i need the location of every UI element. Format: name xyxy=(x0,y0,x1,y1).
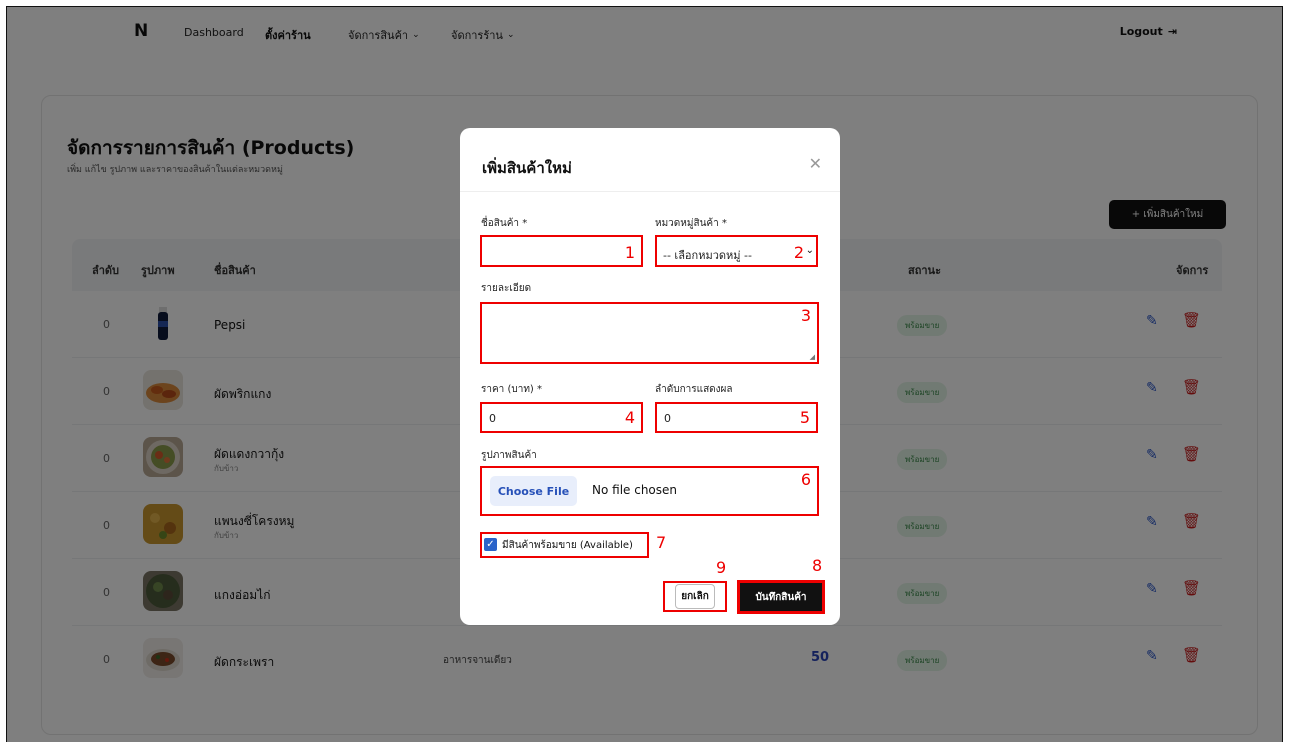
add-product-modal: เพิ่มสินค้าใหม่ ✕ ชื่อสินค้า * 1 หมวดหมู… xyxy=(460,128,840,625)
annotation-marker: 8 xyxy=(812,556,823,575)
save-product-button[interactable]: บันทึกสินค้า xyxy=(737,580,825,614)
modal-title: เพิ่มสินค้าใหม่ xyxy=(482,159,572,177)
category-select[interactable]: -- เลือกหมวดหมู่ -- 2 ⌄ xyxy=(655,235,818,267)
annotation-marker: 5 xyxy=(799,408,810,427)
annotation-marker: 3 xyxy=(800,306,811,325)
price-value: 0 xyxy=(489,412,496,425)
annotation-marker: 4 xyxy=(624,408,635,427)
product-name-input[interactable]: 1 xyxy=(480,235,643,267)
available-checkbox[interactable]: ✓ มีสินค้าพร้อมขาย (Available) xyxy=(480,532,649,558)
cancel-button-label: ยกเลิก xyxy=(675,584,715,609)
available-label: มีสินค้าพร้อมขาย (Available) xyxy=(502,540,633,551)
price-input[interactable]: 0 4 xyxy=(480,402,643,433)
description-textarea[interactable]: 3 ◢ xyxy=(480,302,819,364)
modal-header: เพิ่มสินค้าใหม่ ✕ xyxy=(460,128,840,192)
display-order-value: 0 xyxy=(664,412,671,425)
annotation-marker: 6 xyxy=(800,470,811,489)
resize-handle-icon[interactable]: ◢ xyxy=(810,353,815,361)
product-image-label: รูปภาพสินค้า xyxy=(481,450,537,461)
choose-file-button[interactable]: Choose File xyxy=(490,476,577,506)
annotation-marker: 7 xyxy=(656,533,667,552)
annotation-marker: 2 xyxy=(793,243,804,262)
chevron-down-icon: ⌄ xyxy=(805,245,814,256)
display-order-label: ลำดับการแสดงผล xyxy=(655,384,733,395)
annotation-marker: 1 xyxy=(624,243,635,262)
product-name-label: ชื่อสินค้า * xyxy=(481,218,528,229)
cancel-button[interactable]: ยกเลิก xyxy=(663,581,727,612)
checkmark-icon[interactable]: ✓ xyxy=(484,538,497,551)
file-status: No file chosen xyxy=(592,483,678,497)
category-selected-value: -- เลือกหมวดหมู่ -- xyxy=(663,249,752,262)
description-label: รายละเอียด xyxy=(481,283,532,294)
price-label: ราคา (บาท) * xyxy=(481,384,543,395)
image-file-input[interactable]: Choose File No file chosen 6 xyxy=(480,466,819,516)
display-order-input[interactable]: 0 5 xyxy=(655,402,818,433)
app-window: N Dashboard ตั้งค่าร้าน จัดการสินค้า⌄ จั… xyxy=(6,6,1283,742)
close-icon[interactable]: ✕ xyxy=(809,154,822,173)
category-label: หมวดหมู่สินค้า * xyxy=(655,218,727,229)
annotation-marker: 9 xyxy=(716,558,727,577)
